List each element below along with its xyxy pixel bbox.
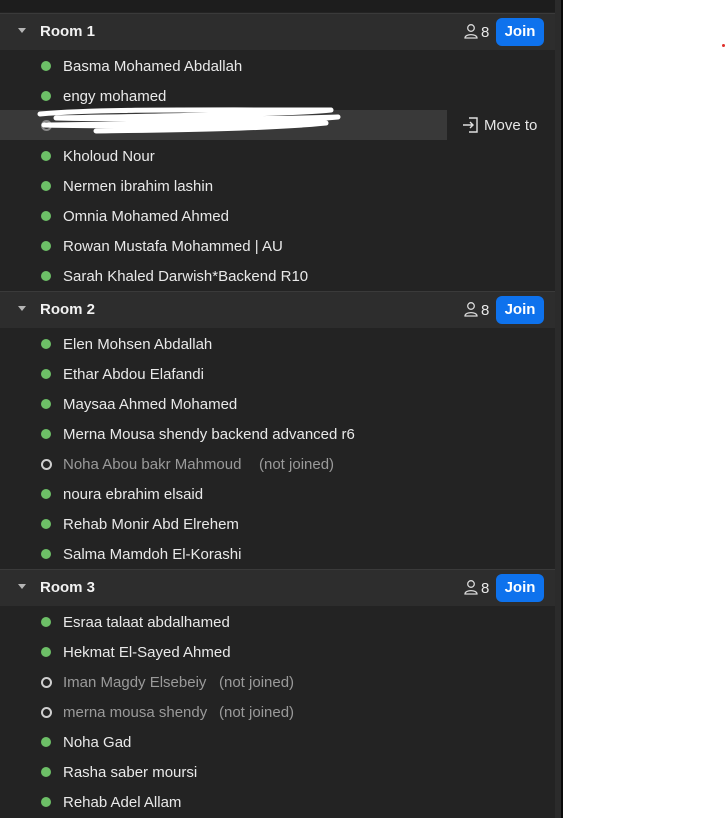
join-button[interactable]: Join xyxy=(496,574,544,602)
participant-row[interactable]: Nermen ibrahim lashin xyxy=(0,171,555,201)
participant-row[interactable]: Rehab Monir Abd Elrehem xyxy=(0,509,555,539)
status-dot-joined xyxy=(41,399,51,409)
status-dot-joined xyxy=(41,429,51,439)
join-button[interactable]: Join xyxy=(496,18,544,46)
status-dot-joined xyxy=(41,241,51,251)
not-joined-label: (not joined) xyxy=(219,704,295,721)
participant-row[interactable]: Noha Gad xyxy=(0,727,555,757)
participant-name: Rowan Mustafa Mohammed | AU xyxy=(63,238,283,255)
status-dot-joined xyxy=(41,369,51,379)
participant-name: Hekmat El-Sayed Ahmed xyxy=(63,644,231,661)
caret-down-icon[interactable] xyxy=(18,28,26,33)
participant-name: Iman Magdy Elsebeiy xyxy=(63,674,207,691)
participant-name: Basma Mohamed Abdallah xyxy=(63,58,243,75)
participant-row[interactable]: Salma Mamdoh El-Korashi xyxy=(0,539,555,569)
participant-name: Nermen ibrahim lashin xyxy=(63,178,214,195)
status-dot-joined xyxy=(41,549,51,559)
participant-row[interactable]: Hekmat El-Sayed Ahmed xyxy=(0,637,555,667)
participant-name: Noha Gad xyxy=(63,734,132,751)
participant-name: merna mousa shendy xyxy=(63,704,208,721)
participant-row[interactable]: Maysaa Ahmed Mohamed xyxy=(0,389,555,419)
participant-row[interactable]: Rehab Adel Allam xyxy=(0,787,555,817)
participant-name: Ethar Abdou Elafandi xyxy=(63,366,204,383)
status-dot-joined xyxy=(41,617,51,627)
count-value: 8 xyxy=(481,302,490,319)
participant-name: Noha Abou bakr Mahmoud xyxy=(63,456,242,473)
participant-name: Maysaa Ahmed Mohamed xyxy=(63,396,238,413)
move-to-icon xyxy=(463,117,478,133)
red-dot-mark xyxy=(722,44,725,47)
person-icon xyxy=(464,24,478,39)
room-name: Room 1 xyxy=(40,23,96,40)
count-value: 8 xyxy=(481,580,490,597)
participant-row[interactable]: Basma Mohamed Abdallah xyxy=(0,51,555,81)
status-dot-joined xyxy=(41,647,51,657)
participant-row[interactable]: merna mousa shendy (not joined) xyxy=(0,697,555,727)
participant-name: Kholoud Nour xyxy=(63,148,155,165)
participant-row[interactable]: Kholoud Nour xyxy=(0,141,555,171)
join-button[interactable]: Join xyxy=(496,296,544,324)
participant-name: Sarah Khaled Darwish*Backend R10 xyxy=(63,268,309,285)
person-icon xyxy=(464,302,478,317)
room-3-header[interactable]: Room 3 8 Join xyxy=(0,569,555,606)
panel-top-strip xyxy=(0,0,555,12)
participant-name: Omnia Mohamed Ahmed xyxy=(63,208,229,225)
window-divider xyxy=(561,0,563,818)
status-dot-joined xyxy=(41,339,51,349)
status-dot-joined xyxy=(41,151,51,161)
participant-row[interactable]: noura ebrahim elsaid xyxy=(0,479,555,509)
breakout-rooms-panel: Room 1 8 Join Basma Mohamed Abdallah eng… xyxy=(0,0,555,818)
status-dot-joined xyxy=(41,271,51,281)
not-joined-label: (not joined) xyxy=(219,674,295,691)
status-dot-joined xyxy=(41,91,51,101)
status-dot-joined xyxy=(41,211,51,221)
participant-row[interactable]: Rowan Mustafa Mohammed | AU xyxy=(0,231,555,261)
participant-name: Salma Mamdoh El-Korashi xyxy=(63,546,242,563)
status-dot-not-joined xyxy=(41,707,52,718)
participant-row[interactable]: Elen Mohsen Abdallah xyxy=(0,329,555,359)
redaction-scribble xyxy=(37,107,341,134)
participant-name: Rehab Adel Allam xyxy=(63,794,182,811)
not-joined-label: (not joined) xyxy=(259,456,335,473)
room-2-header[interactable]: Room 2 8 Join xyxy=(0,291,555,328)
participant-name: Merna Mousa shendy backend advanced r6 xyxy=(63,426,355,443)
status-dot-joined xyxy=(41,181,51,191)
status-dot-not-joined xyxy=(41,459,52,470)
status-dot-joined xyxy=(41,797,51,807)
participant-row[interactable]: Ethar Abdou Elafandi xyxy=(0,359,555,389)
participant-row[interactable]: Noha Abou bakr Mahmoud (not joined) xyxy=(0,449,555,479)
participant-row[interactable]: Iman Magdy Elsebeiy (not joined) xyxy=(0,667,555,697)
status-dot-joined xyxy=(41,767,51,777)
room-name: Room 2 xyxy=(40,301,96,318)
participant-name: engy mohamed xyxy=(63,88,167,105)
participant-name: Elen Mohsen Abdallah xyxy=(63,336,213,353)
participant-name: Rasha saber moursi xyxy=(63,764,198,781)
participant-row[interactable]: Merna Mousa shendy backend advanced r6 xyxy=(0,419,555,449)
status-dot-joined xyxy=(41,61,51,71)
caret-down-icon[interactable] xyxy=(18,306,26,311)
participant-row[interactable]: Sarah Khaled Darwish*Backend R10 xyxy=(0,261,555,291)
room-name: Room 3 xyxy=(40,579,96,596)
move-to-label: Move to xyxy=(484,117,538,134)
count-value: 8 xyxy=(481,24,490,41)
participant-name: noura ebrahim elsaid xyxy=(63,486,204,503)
status-dot-joined xyxy=(41,489,51,499)
caret-down-icon[interactable] xyxy=(18,584,26,589)
participant-row[interactable]: Rasha saber moursi xyxy=(0,757,555,787)
participant-row[interactable]: Esraa talaat abdalhamed xyxy=(0,607,555,637)
room-1-header[interactable]: Room 1 8 Join xyxy=(0,13,555,50)
person-icon xyxy=(464,580,478,595)
status-dot-joined xyxy=(41,737,51,747)
participant-name: Rehab Monir Abd Elrehem xyxy=(63,516,239,533)
participant-name: Esraa talaat abdalhamed xyxy=(63,614,230,631)
status-dot-not-joined xyxy=(41,677,52,688)
status-dot-joined xyxy=(41,519,51,529)
participant-row[interactable]: Omnia Mohamed Ahmed xyxy=(0,201,555,231)
